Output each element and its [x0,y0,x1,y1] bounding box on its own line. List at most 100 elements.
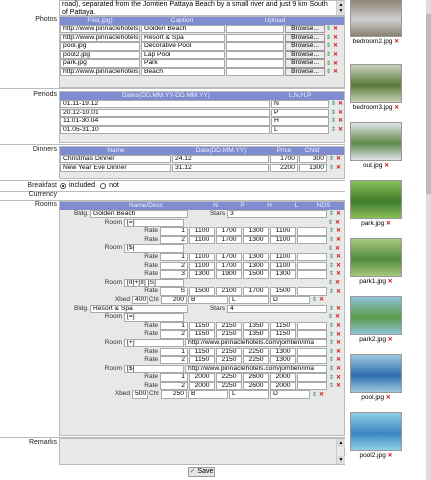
dinner-name-input[interactable]: New Year Eve Dinner [60,163,171,172]
lunch-price-input[interactable]: L [229,390,269,399]
thumbnail-image[interactable] [350,412,402,451]
move-arrows-icon[interactable]: ⇕ [329,228,334,234]
delete-icon[interactable]: ✕ [336,237,341,243]
photo-upload-path[interactable] [226,50,284,60]
delete-icon[interactable]: ✕ [336,211,341,217]
dinner-name-input[interactable]: Christmas Dinner [60,155,171,164]
rate-value-input[interactable]: 1300 [243,252,269,262]
rate-value-input[interactable]: 1150 [189,356,215,365]
rate-occupancy-input[interactable]: 3 [160,270,188,279]
rate-value-input[interactable]: 2150 [216,347,242,356]
move-arrows-icon[interactable]: ⇕ [329,254,334,260]
room-name-input[interactable]: [=] [124,218,184,227]
save-button[interactable]: ✓ Save [188,467,215,477]
description-area[interactable]: road), separated from the Jomtien Pattay… [59,0,345,16]
delete-icon[interactable]: ✕ [384,395,391,401]
remarks-textarea[interactable]: ▲ ▼ [59,438,345,465]
delete-icon[interactable]: ✕ [338,110,343,116]
rate-value-input[interactable]: 2150 [216,321,242,331]
rate-value-input[interactable]: 1100 [270,261,296,270]
delete-icon[interactable]: ✕ [335,246,340,252]
delete-icon[interactable]: ✕ [338,127,343,133]
photo-caption-input[interactable]: Lap Pool [141,50,225,60]
rate-value-input[interactable]: 1300 [270,356,296,365]
move-arrows-icon[interactable]: ⇕ [328,280,333,286]
rate-value-input[interactable]: 2100 [216,287,242,296]
move-arrows-icon[interactable]: ⇕ [329,323,334,329]
rate-value-input[interactable]: 1500 [243,270,269,279]
delete-icon[interactable]: ✕ [333,26,338,32]
dinner-date-input[interactable]: 24.12 [172,155,269,164]
rate-nds-input[interactable] [297,330,327,339]
photo-caption-input[interactable]: Resort & Spa [141,33,225,42]
rate-value-input[interactable]: 1900 [216,270,242,279]
room-name-input[interactable]: [=] [124,313,184,322]
move-arrows-icon[interactable]: ⇕ [329,165,334,171]
breakfast-included-radio[interactable] [60,182,66,189]
delete-icon[interactable]: ✕ [336,332,341,338]
move-arrows-icon[interactable]: ⇕ [329,306,334,312]
delete-icon[interactable]: ✕ [336,156,341,162]
dinner-price-input[interactable]: D [270,295,310,305]
delete-icon[interactable]: ✕ [336,228,341,234]
building-name-input[interactable]: Golden Beach [90,210,188,219]
rate-nds-input[interactable] [297,347,327,356]
photo-upload-path[interactable] [226,25,284,34]
delete-icon[interactable]: ✕ [335,314,340,320]
thumbnail-image[interactable] [350,354,402,393]
delete-icon[interactable]: ✕ [333,52,338,58]
rate-value-input[interactable]: 2600 [243,381,269,391]
move-arrows-icon[interactable]: ⇕ [331,127,336,133]
period-dates-input[interactable]: 01.11-19.12 [60,100,270,109]
rate-nds-input[interactable] [297,373,327,382]
rate-value-input[interactable]: 1150 [189,330,215,339]
breakfast-not-radio[interactable] [100,182,107,189]
xbed-price-input[interactable]: 500 [132,390,148,399]
stars-input[interactable]: 4 [227,304,327,313]
delete-icon[interactable]: ✕ [384,221,391,227]
rate-value-input[interactable]: 1150 [189,347,215,356]
building-name-input[interactable]: Resort & Spa [90,304,188,313]
delete-icon[interactable]: ✕ [386,279,393,285]
delete-icon[interactable]: ✕ [336,340,341,346]
delete-icon[interactable]: ✕ [382,163,389,169]
photo-file-input[interactable]: http://www.pinnaclehotels [60,67,140,77]
delete-icon[interactable]: ✕ [393,105,399,111]
rate-value-input[interactable]: 1700 [216,235,242,245]
rate-value-input[interactable]: 1500 [270,287,296,296]
move-arrows-icon[interactable]: ⇕ [326,52,331,58]
browse-button[interactable]: Browse... [285,67,325,77]
rate-value-input[interactable]: 2250 [243,347,269,356]
move-arrows-icon[interactable]: ⇕ [329,357,334,363]
photo-file-input[interactable]: pool.jpg [60,42,140,51]
rate-value-input[interactable]: 1100 [189,227,215,236]
browse-button[interactable]: Browse... [285,25,325,34]
move-arrows-icon[interactable]: ⇕ [329,289,334,295]
move-arrows-icon[interactable]: ⇕ [329,271,334,277]
delete-icon[interactable]: ✕ [333,69,338,75]
delete-icon[interactable]: ✕ [336,357,341,363]
rate-value-input[interactable]: 1300 [270,347,296,356]
rate-value-input[interactable]: 2000 [189,373,215,382]
thumbnail-image[interactable] [350,0,402,37]
stars-input[interactable]: 3 [227,210,327,219]
sidebar-scrollbar[interactable] [426,0,431,480]
delete-icon[interactable]: ✕ [336,383,341,389]
photo-upload-path[interactable] [226,33,284,42]
thumbnail-image[interactable] [350,296,402,335]
move-arrows-icon[interactable]: ⇕ [328,246,333,252]
rate-nds-input[interactable] [297,235,327,245]
rate-occupancy-input[interactable]: 2 [160,261,188,270]
photo-caption-input[interactable]: Beach [141,67,225,77]
rate-value-input[interactable]: 1100 [270,252,296,262]
browse-button[interactable]: Browse... [285,33,325,42]
move-arrows-icon[interactable]: ⇕ [326,43,331,49]
move-arrows-icon[interactable]: ⇕ [331,110,336,116]
move-arrows-icon[interactable]: ⇕ [331,118,336,124]
move-arrows-icon[interactable]: ⇕ [331,101,336,107]
move-arrows-icon[interactable]: ⇕ [326,35,331,41]
delete-icon[interactable]: ✕ [333,61,338,67]
move-arrows-icon[interactable]: ⇕ [326,61,331,67]
photo-caption-input[interactable]: Park [141,59,225,68]
move-arrows-icon[interactable]: ⇕ [329,237,334,243]
